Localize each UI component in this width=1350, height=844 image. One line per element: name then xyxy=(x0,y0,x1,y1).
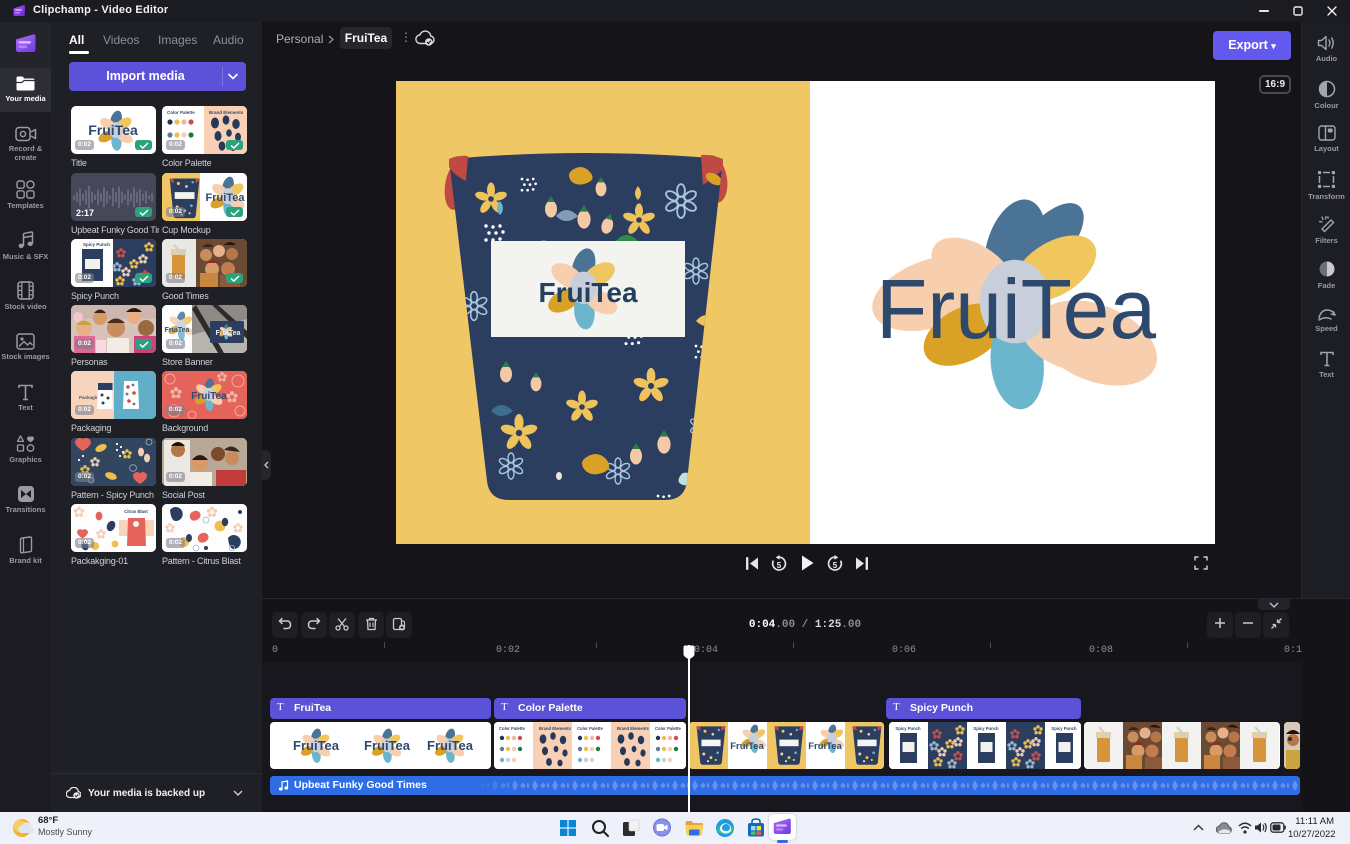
svg-text:FruiTea: FruiTea xyxy=(538,277,637,308)
svg-text:FruiTea: FruiTea xyxy=(730,741,764,752)
svg-text:Color Palette: Color Palette xyxy=(167,110,195,115)
svg-text:5: 5 xyxy=(833,561,838,570)
svg-text:Citrus Blast: Citrus Blast xyxy=(124,509,148,514)
svg-text:Color Palette: Color Palette xyxy=(499,726,525,731)
svg-text:FruiTea: FruiTea xyxy=(427,738,474,753)
svg-text:FruiTea: FruiTea xyxy=(876,262,1156,356)
svg-text:FruiTea: FruiTea xyxy=(191,391,227,402)
svg-text:5: 5 xyxy=(777,561,782,570)
svg-text:FruiTea: FruiTea xyxy=(206,192,246,204)
svg-text:Spicy Punch: Spicy Punch xyxy=(83,242,110,247)
svg-text:FruiTea: FruiTea xyxy=(364,738,411,753)
svg-text:FruiTea: FruiTea xyxy=(165,327,190,334)
svg-text:FruiTea: FruiTea xyxy=(216,330,241,337)
svg-text:FruiTea: FruiTea xyxy=(88,122,138,138)
svg-text:FruiTea: FruiTea xyxy=(293,738,340,753)
svg-text:Spicy Punch: Spicy Punch xyxy=(895,726,921,731)
svg-text:Brand Elements: Brand Elements xyxy=(539,726,572,731)
svg-text:Brand Elements: Brand Elements xyxy=(209,110,244,115)
